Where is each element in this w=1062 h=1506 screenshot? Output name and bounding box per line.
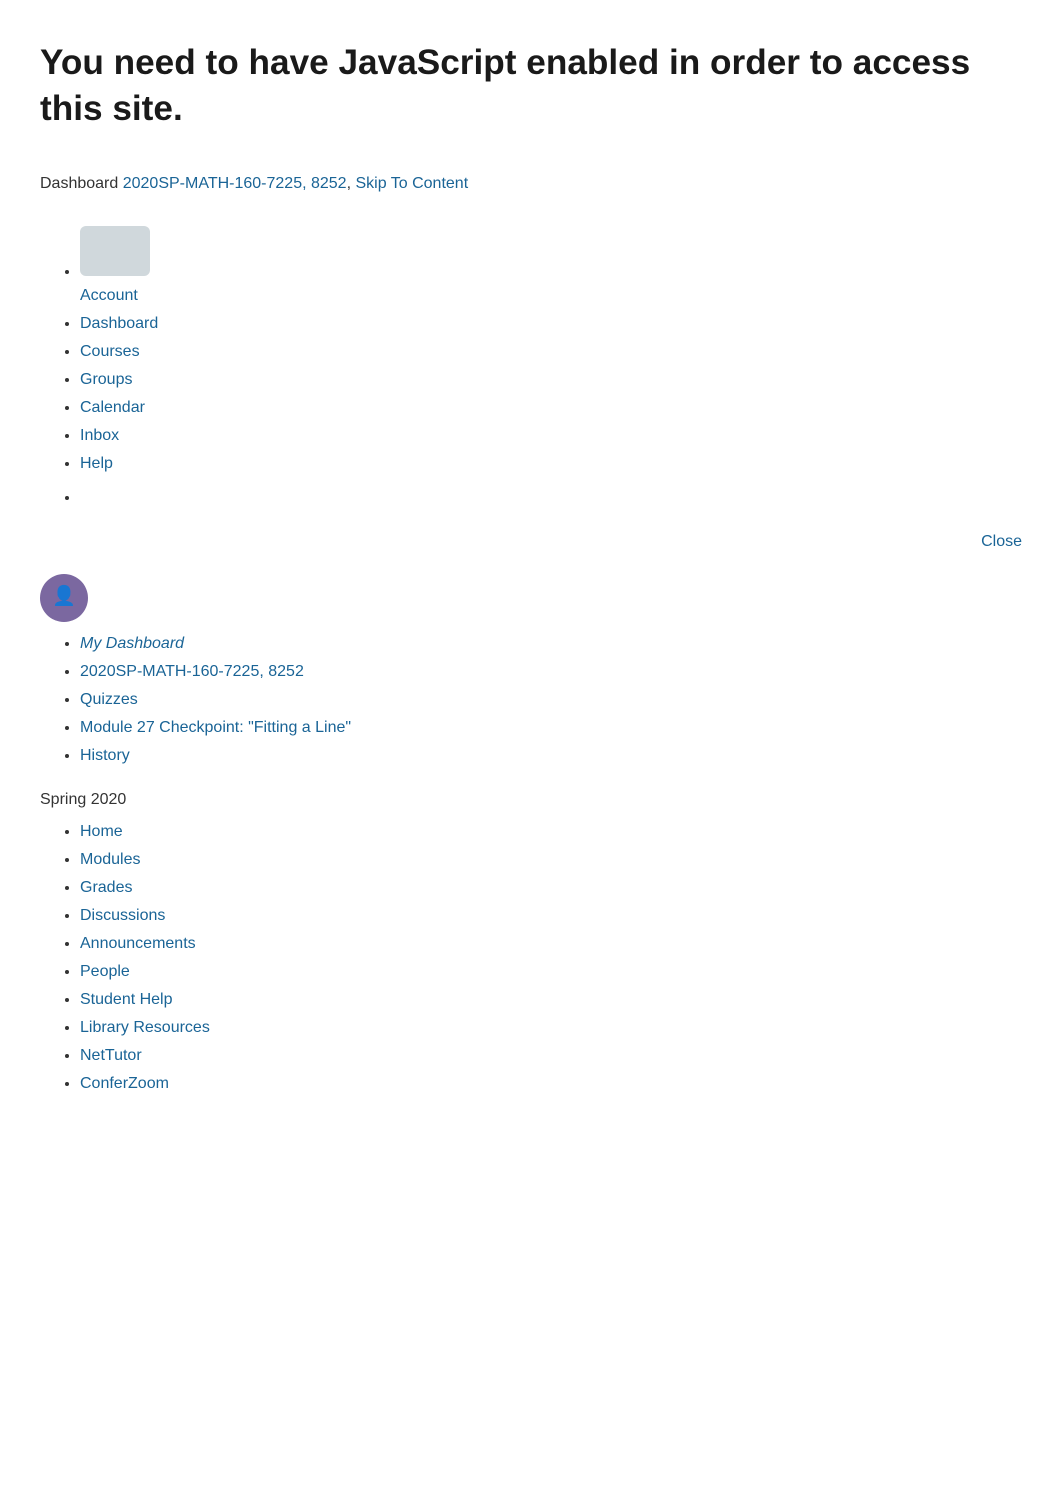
course-nav-conferzoom: ConferZoom <box>80 1072 1022 1096</box>
nav-dashboard-link[interactable]: Dashboard <box>80 315 158 332</box>
course-nav-nettutor: NetTutor <box>80 1044 1022 1068</box>
course-nav-library-resources: Library Resources <box>80 1016 1022 1040</box>
nav-help-link[interactable]: Help <box>80 455 113 472</box>
course-nav-announcements-link[interactable]: Announcements <box>80 935 196 952</box>
course-nav-modules-link[interactable]: Modules <box>80 851 140 868</box>
course-nav-people: People <box>80 960 1022 984</box>
course-nav-home: Home <box>80 820 1022 844</box>
main-heading: You need to have JavaScript enabled in o… <box>40 40 1022 132</box>
course-section-label: Spring 2020 <box>40 788 1022 812</box>
nav-inbox-item: Inbox <box>80 424 1022 448</box>
page-wrapper: You need to have JavaScript enabled in o… <box>0 0 1062 1140</box>
nav-calendar-link[interactable]: Calendar <box>80 399 145 416</box>
panel-section: 👤 My Dashboard 2020SP-MATH-160-7225, 825… <box>40 574 1022 1096</box>
course-nav-nettutor-link[interactable]: NetTutor <box>80 1047 142 1064</box>
breadcrumb-text: Dashboard <box>40 175 118 192</box>
breadcrumb-nav: My Dashboard 2020SP-MATH-160-7225, 8252 … <box>40 632 1022 768</box>
nav-groups-link[interactable]: Groups <box>80 371 132 388</box>
course-nav-student-help: Student Help <box>80 988 1022 1012</box>
nav-dashboard-item: Dashboard <box>80 312 1022 336</box>
course-nav-modules: Modules <box>80 848 1022 872</box>
course-nav-people-link[interactable]: People <box>80 963 130 980</box>
breadcrumb-nav-mydashboard-link[interactable]: My Dashboard <box>80 635 184 652</box>
breadcrumb-nav-course-link[interactable]: 2020SP-MATH-160-7225, 8252 <box>80 663 304 680</box>
breadcrumb-bar: Dashboard 2020SP-MATH-160-7225, 8252, Sk… <box>40 172 1022 196</box>
course-nav-grades: Grades <box>80 876 1022 900</box>
course-nav-conferzoom-link[interactable]: ConferZoom <box>80 1075 169 1092</box>
course-nav-announcements: Announcements <box>80 932 1022 956</box>
course-nav-discussions-link[interactable]: Discussions <box>80 907 165 924</box>
nav-courses-link[interactable]: Courses <box>80 343 140 360</box>
breadcrumb-course-link[interactable]: 2020SP-MATH-160-7225, 8252 <box>123 175 347 192</box>
global-nav-list: Account Dashboard Courses Groups Calenda… <box>40 226 1022 476</box>
nav-courses-item: Courses <box>80 340 1022 364</box>
breadcrumb-nav-mydashboard: My Dashboard <box>80 632 1022 656</box>
nav-account-link[interactable]: Account <box>80 287 138 304</box>
nav-help-item: Help <box>80 452 1022 476</box>
breadcrumb-nav-course: 2020SP-MATH-160-7225, 8252 <box>80 660 1022 684</box>
course-nav-student-help-link[interactable]: Student Help <box>80 991 173 1008</box>
nav-calendar-item: Calendar <box>80 396 1022 420</box>
course-nav-home-link[interactable]: Home <box>80 823 123 840</box>
course-nav-library-resources-link[interactable]: Library Resources <box>80 1019 210 1036</box>
breadcrumb-nav-history-link[interactable]: History <box>80 747 130 764</box>
breadcrumb-nav-module27: Module 27 Checkpoint: "Fitting a Line" <box>80 716 1022 740</box>
nav-groups-item: Groups <box>80 368 1022 392</box>
close-button[interactable]: Close <box>981 533 1022 551</box>
extra-bullet-item <box>80 486 1022 510</box>
avatar-placeholder <box>80 226 150 276</box>
avatar-initial: 👤 <box>52 583 76 612</box>
user-avatar-section: 👤 <box>40 574 1022 622</box>
breadcrumb-nav-quizzes-link[interactable]: Quizzes <box>80 691 138 708</box>
nav-avatar-item: Account <box>80 226 1022 308</box>
close-btn-area: Close <box>40 530 1022 554</box>
breadcrumb-nav-history: History <box>80 744 1022 768</box>
course-nav-grades-link[interactable]: Grades <box>80 879 132 896</box>
breadcrumb-nav-list: My Dashboard 2020SP-MATH-160-7225, 8252 … <box>40 632 1022 768</box>
nav-inbox-link[interactable]: Inbox <box>80 427 119 444</box>
extra-nav-bullet <box>40 486 1022 510</box>
course-nav-discussions: Discussions <box>80 904 1022 928</box>
breadcrumb-nav-module27-link[interactable]: Module 27 Checkpoint: "Fitting a Line" <box>80 719 351 736</box>
user-avatar-icon: 👤 <box>40 574 88 622</box>
breadcrumb-skip-link[interactable]: Skip To Content <box>355 175 468 192</box>
course-nav-list: Home Modules Grades Discussions Announce… <box>40 820 1022 1096</box>
global-nav-section: Account Dashboard Courses Groups Calenda… <box>40 226 1022 510</box>
breadcrumb-nav-quizzes: Quizzes <box>80 688 1022 712</box>
